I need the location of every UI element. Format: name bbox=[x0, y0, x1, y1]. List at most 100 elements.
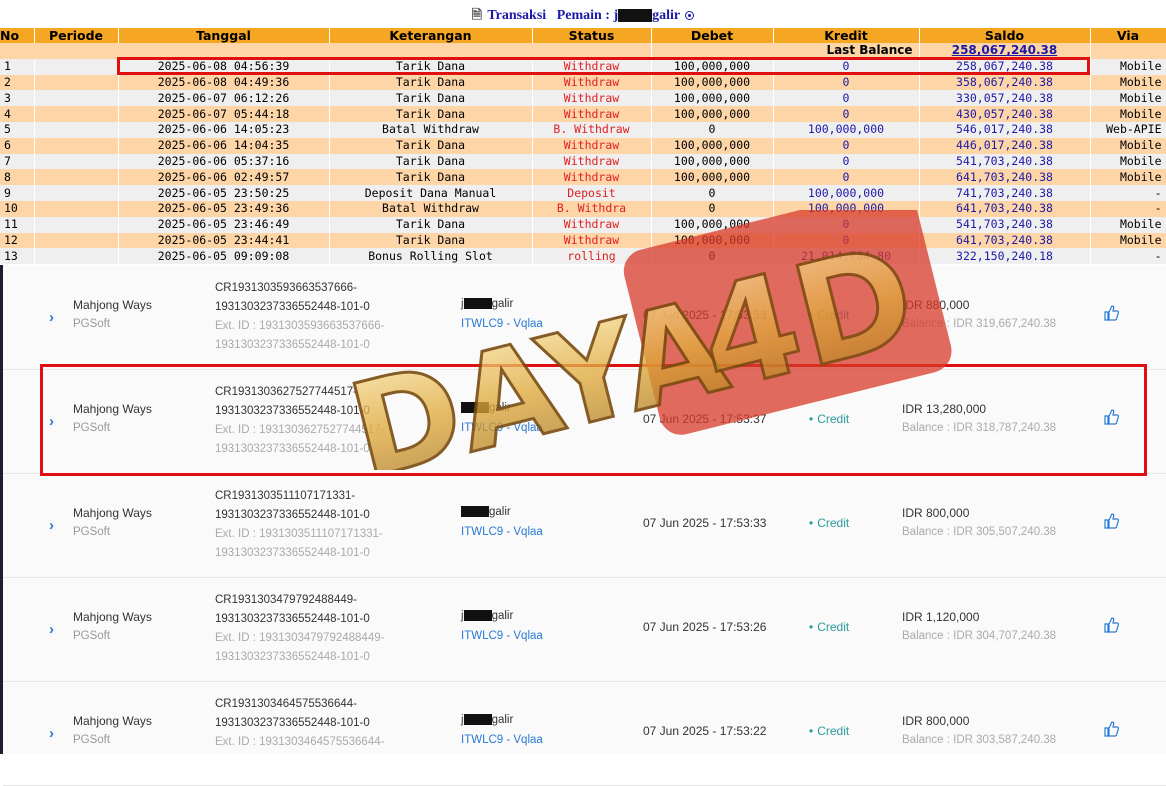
thumbs-up-icon[interactable] bbox=[1104, 617, 1119, 636]
cell-keterangan: Tarik Dana bbox=[329, 169, 533, 186]
column-header[interactable]: Tanggal bbox=[118, 28, 330, 43]
cell-kredit: 100,000,000 bbox=[773, 121, 920, 138]
cell-tanggal: 2025-06-06 14:04:35 bbox=[118, 137, 330, 154]
table-row: 7 2025-06-06 05:37:16 Tarik Dana Withdraw 10… bbox=[0, 153, 1166, 170]
column-header[interactable]: No bbox=[0, 28, 35, 43]
agent-link[interactable]: ITWLC9 - Vqlaa bbox=[461, 734, 543, 746]
chevron-right-icon[interactable]: › bbox=[49, 621, 54, 638]
cell-no: 2 bbox=[0, 74, 35, 91]
cell-keterangan: Tarik Dana bbox=[329, 232, 533, 249]
bet-row[interactable]: › Mahjong Ways PGSoft CR1931303479792488449… bbox=[3, 577, 1166, 682]
cell-via: Mobile bbox=[1090, 106, 1166, 122]
ref-line-2: 1931303237336552448-101-0 bbox=[215, 717, 370, 729]
cell-keterangan: Batal Withdraw bbox=[329, 200, 533, 217]
cell-saldo: 358,067,240.38 bbox=[919, 74, 1091, 91]
cell-keterangan: Tarik Dana bbox=[329, 74, 533, 91]
thumbs-up-icon[interactable] bbox=[1104, 305, 1119, 324]
bet-balance: Balance : IDR 304,707,240.38 bbox=[902, 630, 1057, 642]
cell-no: 13 bbox=[0, 248, 35, 265]
cell-saldo: 641,703,240.38 bbox=[919, 169, 1091, 186]
cell-tanggal: 2025-06-05 23:44:41 bbox=[118, 232, 330, 249]
chevron-right-icon[interactable]: › bbox=[49, 309, 54, 326]
cell-periode bbox=[34, 137, 119, 154]
document-icon: 🗎 bbox=[471, 7, 483, 22]
cell-tanggal: 2025-06-08 04:49:36 bbox=[118, 74, 330, 91]
username: j galir bbox=[461, 610, 513, 622]
cell-debet: 100,000,000 bbox=[651, 169, 774, 186]
cell-kredit: 0 bbox=[773, 137, 920, 154]
redaction-bar bbox=[463, 714, 492, 726]
cell-via: Mobile bbox=[1090, 153, 1166, 170]
cell-via: Mobile bbox=[1090, 137, 1166, 154]
cell-periode bbox=[34, 169, 119, 186]
column-header[interactable]: Kredit bbox=[773, 28, 920, 43]
username-b: galir bbox=[491, 298, 514, 310]
cell-tanggal: 2025-06-06 14:05:23 bbox=[118, 121, 330, 138]
cell-periode bbox=[34, 74, 119, 91]
agent-link[interactable]: ITWLC9 - Vqlaa bbox=[461, 318, 543, 330]
table-row: 13 2025-06-05 09:09:08 Bonus Rolling Slot r… bbox=[0, 248, 1166, 265]
ref-line-1: CR1931303464575536644- bbox=[215, 698, 357, 710]
cell-status: Withdraw bbox=[532, 106, 652, 122]
reference-id: CR1931303511107171331- 193130323733655244… bbox=[215, 487, 383, 563]
bet-balance: Balance : IDR 305,507,240.38 bbox=[902, 526, 1057, 538]
info-icon[interactable] bbox=[685, 11, 695, 21]
cell-status: Withdraw bbox=[532, 216, 652, 233]
cell-keterangan: Tarik Dana bbox=[329, 106, 533, 122]
column-header[interactable]: Via bbox=[1090, 28, 1166, 43]
cell-no: 1 bbox=[0, 58, 35, 75]
table-row: 3 2025-06-07 06:12:26 Tarik Dana Withdraw 10… bbox=[0, 90, 1166, 107]
chevron-right-icon[interactable]: › bbox=[49, 517, 54, 534]
provider-name: PGSoft bbox=[73, 318, 111, 330]
bet-row[interactable]: › Mahjong Ways PGSoft CR1931303593663537666… bbox=[3, 265, 1166, 370]
thumbs-up-icon[interactable] bbox=[1104, 721, 1119, 740]
ext-line-1: Ext. ID : 1931303593663537666- bbox=[215, 320, 385, 332]
ext-line-2: 1931303237336552448-101-0 bbox=[215, 339, 370, 351]
game-name: Mahjong Ways bbox=[73, 506, 152, 520]
column-header[interactable]: Keterangan bbox=[329, 28, 533, 43]
cell-periode bbox=[34, 216, 119, 233]
cell-kredit: 0 bbox=[773, 232, 920, 249]
cell-debet: 0 bbox=[651, 185, 774, 201]
bet-amount: IDR 800,000 bbox=[902, 714, 970, 728]
title-label: Pemain : bbox=[556, 8, 610, 23]
bet-row[interactable]: › Mahjong Ways PGSoft CR1931303511107171331… bbox=[3, 473, 1166, 578]
game-name: Mahjong Ways bbox=[73, 298, 152, 312]
column-header[interactable]: Saldo bbox=[919, 28, 1091, 43]
cell-kredit: 0 bbox=[773, 74, 920, 91]
agent-link[interactable]: ITWLC9 - Vqlaa bbox=[461, 526, 543, 538]
column-header[interactable]: Debet bbox=[651, 28, 774, 43]
cell-no: 10 bbox=[0, 200, 35, 217]
bet-amount: IDR 800,000 bbox=[902, 506, 970, 520]
column-header[interactable]: Periode bbox=[34, 28, 119, 43]
cell-saldo: 430,057,240.38 bbox=[919, 106, 1091, 122]
provider-name: PGSoft bbox=[73, 734, 111, 746]
column-header[interactable]: Status bbox=[532, 28, 652, 43]
bet-row[interactable]: › Mahjong Ways PGSoft CR1931303464575536644… bbox=[3, 681, 1166, 786]
table-row: 4 2025-06-07 05:44:18 Tarik Dana Withdraw 10… bbox=[0, 106, 1166, 122]
cell-kredit: 0 bbox=[773, 169, 920, 186]
cell-saldo: 541,703,240.38 bbox=[919, 153, 1091, 170]
provider-name: PGSoft bbox=[73, 526, 111, 538]
table-row: 2 2025-06-08 04:49:36 Tarik Dana Withdraw 10… bbox=[0, 74, 1166, 91]
thumbs-up-icon[interactable] bbox=[1104, 513, 1119, 532]
cell-no: 11 bbox=[0, 216, 35, 233]
cell-no: 12 bbox=[0, 232, 35, 249]
chevron-right-icon[interactable]: › bbox=[49, 725, 54, 742]
cell-debet: 0 bbox=[651, 121, 774, 138]
ref-line-2: 1931303237336552448-101-0 bbox=[215, 509, 370, 521]
agent-link[interactable]: ITWLC9 - Vqlaa bbox=[461, 630, 543, 642]
cell-no: 3 bbox=[0, 90, 35, 107]
cell-debet: 100,000,000 bbox=[651, 232, 774, 249]
table-row: 12 2025-06-05 23:44:41 Tarik Dana Withdraw 1… bbox=[0, 232, 1166, 249]
cell-periode bbox=[34, 58, 119, 75]
cell-status: Withdraw bbox=[532, 232, 652, 249]
highlight-box-row-1 bbox=[117, 57, 1090, 75]
cell-tanggal: 2025-06-07 05:44:18 bbox=[118, 106, 330, 122]
bet-datetime: 07 Jun 2025 - 17:53:26 bbox=[643, 620, 767, 634]
status-badge: Credit bbox=[809, 516, 849, 530]
cell-status: Withdraw bbox=[532, 169, 652, 186]
redaction-bar bbox=[618, 9, 653, 23]
cell-keterangan: Tarik Dana bbox=[329, 90, 533, 107]
bet-datetime: 07 Jun 2025 - 17:53:53 bbox=[643, 308, 767, 322]
